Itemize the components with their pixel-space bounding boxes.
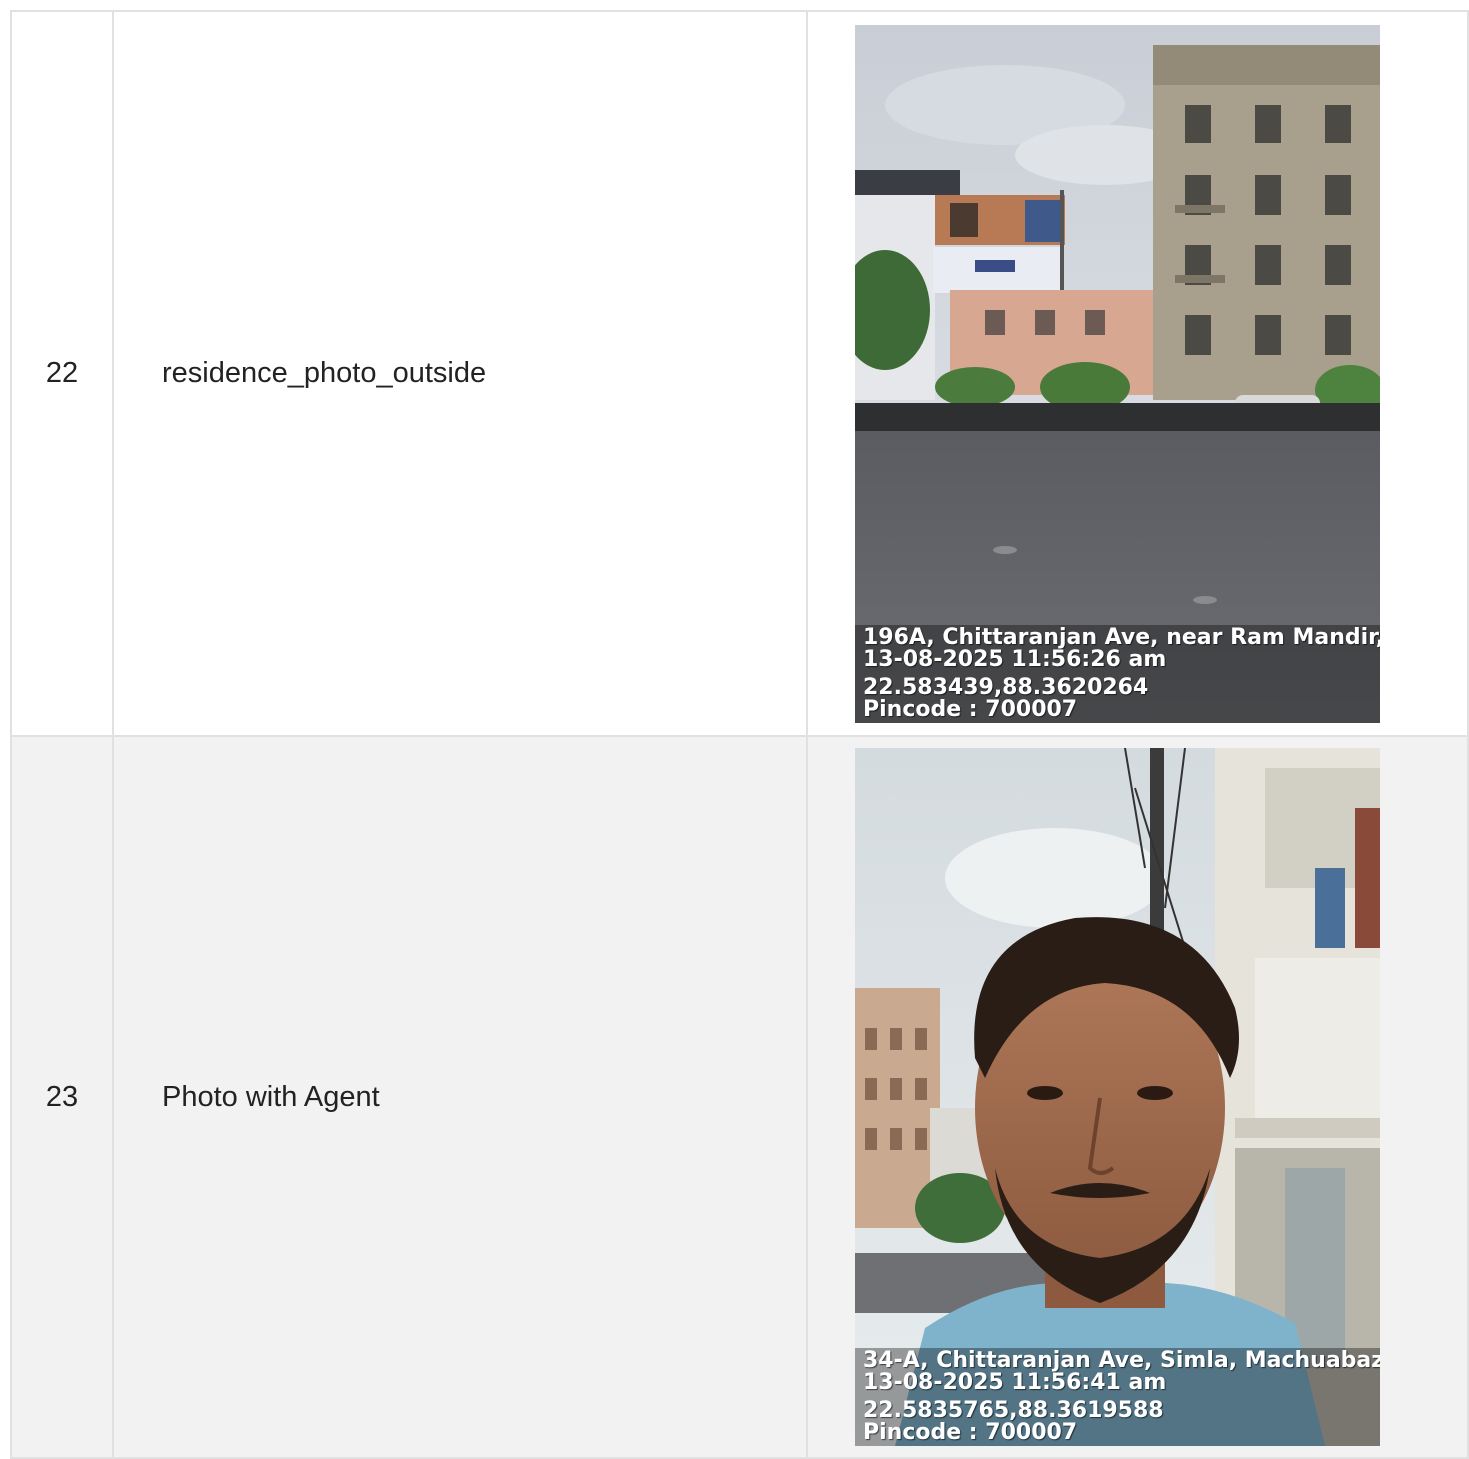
- agent-photo[interactable]: 34-A, Chittaranjan Ave, Simla, Machuabaz…: [855, 748, 1380, 1446]
- photo-geotag-overlay: 196A, Chittaranjan Ave, near Ram Mandir,…: [855, 624, 1380, 723]
- residence-photo[interactable]: 196A, Chittaranjan Ave, near Ram Mandir,…: [855, 24, 1380, 723]
- row-label: residence_photo_outside: [112, 10, 808, 737]
- table-row: 22 residence_photo_outside 196A, Chittar…: [10, 10, 1469, 737]
- table-row: 23 Photo with Agent 34-A, Chittaranjan A…: [10, 735, 1469, 1459]
- photo-pincode: Pincode : 700007: [863, 1420, 1078, 1445]
- photo-address: 196A, Chittaranjan Ave, near Ram Mandir,…: [863, 624, 1380, 650]
- photo-table: 22 residence_photo_outside 196A, Chittar…: [10, 10, 1469, 1459]
- row-number: 23: [10, 735, 114, 1459]
- street-scene-image: [855, 24, 1380, 723]
- photo-datetime: 13-08-2025 11:56:26 am: [863, 646, 1167, 672]
- selfie-image: [855, 748, 1380, 1446]
- photo-coordinates: 22.583439,88.3620264: [863, 674, 1149, 700]
- photo-datetime: 13-08-2025 11:56:41 am: [863, 1370, 1167, 1395]
- photo-coordinates: 22.5835765,88.3619588: [863, 1398, 1164, 1423]
- photo-address: 34-A, Chittaranjan Ave, Simla, Machuabaz…: [863, 1348, 1380, 1373]
- photo-cell: 34-A, Chittaranjan Ave, Simla, Machuabaz…: [806, 735, 1469, 1459]
- photo-pincode: Pincode : 700007: [863, 696, 1078, 722]
- photo-geotag-overlay: 34-A, Chittaranjan Ave, Simla, Machuabaz…: [855, 1348, 1380, 1446]
- row-label: Photo with Agent: [112, 735, 808, 1459]
- photo-cell: 196A, Chittaranjan Ave, near Ram Mandir,…: [806, 10, 1469, 737]
- row-number: 22: [10, 10, 114, 737]
